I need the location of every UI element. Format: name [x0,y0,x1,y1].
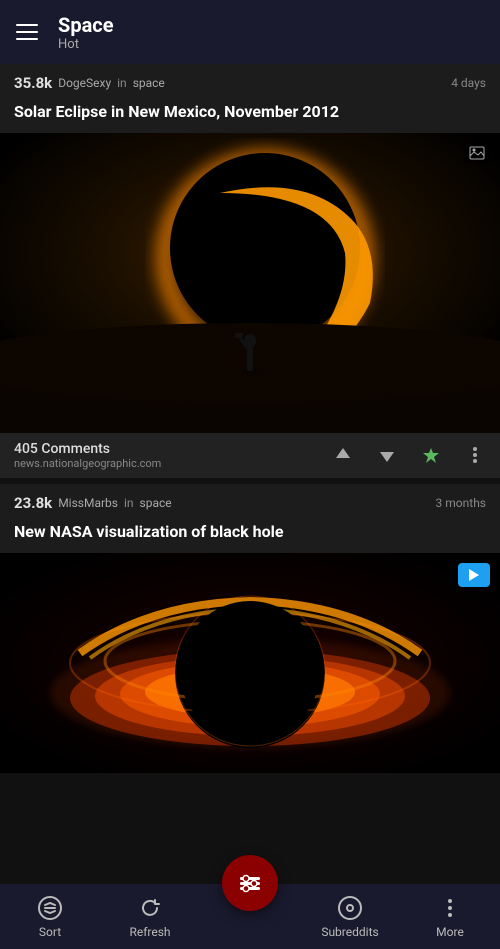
post-user[interactable]: DogeSexy [58,76,111,90]
post-image-blackhole[interactable] [0,553,500,773]
sort-label: Sort [39,925,61,939]
sort-icon [37,895,63,921]
post-meta-left: 35.8k DogeSexy in space [14,74,451,92]
post-card: 23.8k MissMarbs in space 3 months New NA… [0,484,500,773]
play-badge [458,563,490,587]
post-score: 35.8k [14,74,52,92]
refresh-icon [137,895,163,921]
post-actions-bar: 405 Comments news.nationalgeographic.com [0,433,500,478]
fab-button[interactable] [222,855,278,911]
post-subreddit[interactable]: space [133,76,165,90]
post-user[interactable]: MissMarbs [58,496,118,510]
nav-item-more[interactable]: More [400,895,500,939]
downvote-button[interactable] [376,444,398,466]
post-subreddit[interactable]: space [140,496,172,510]
post-comments-count: 405 Comments [14,441,161,457]
header-titles: Space Hot [58,13,114,52]
post-title[interactable]: New NASA visualization of black hole [0,518,500,553]
post-score: 23.8k [14,494,52,512]
post-card: 35.8k DogeSexy in space 4 days Solar Ecl… [0,64,500,478]
nav-item-refresh[interactable]: Refresh [100,895,200,939]
subreddits-icon [337,895,363,921]
nav-item-sort[interactable]: Sort [0,895,100,939]
post-meta-left: 23.8k MissMarbs in space [14,494,436,512]
nav-item-subreddits[interactable]: Subreddits [300,895,400,939]
subreddits-label: Subreddits [321,925,378,939]
post-meta: 35.8k DogeSexy in space 4 days [0,64,500,98]
save-button[interactable] [420,444,442,466]
blackhole-visual [0,553,500,773]
blackhole-svg [0,553,500,773]
more-label: More [436,925,464,939]
header-subtitle: Hot [58,37,114,52]
upvote-button[interactable] [332,444,354,466]
post-time: 3 months [436,496,486,510]
header-title: Space [58,13,114,37]
refresh-label: Refresh [129,925,170,939]
post-feed: 35.8k DogeSexy in space 4 days Solar Ecl… [0,64,500,884]
app-header: Space Hot [0,0,500,64]
post-action-icons [332,444,486,466]
image-type-badge [464,143,490,163]
post-comments-info[interactable]: 405 Comments news.nationalgeographic.com [14,441,161,470]
eclipse-image [0,133,500,433]
post-in: in [124,496,134,510]
post-title[interactable]: Solar Eclipse in New Mexico, November 20… [0,98,500,133]
eclipse-svg [0,133,500,433]
post-time: 4 days [451,76,486,90]
hamburger-menu-button[interactable] [16,24,38,40]
post-source: news.nationalgeographic.com [14,457,161,470]
post-meta: 23.8k MissMarbs in space 3 months [0,484,500,518]
post-image[interactable] [0,133,500,433]
more-options-button[interactable] [464,444,486,466]
post-in: in [117,76,127,90]
more-icon [437,895,463,921]
